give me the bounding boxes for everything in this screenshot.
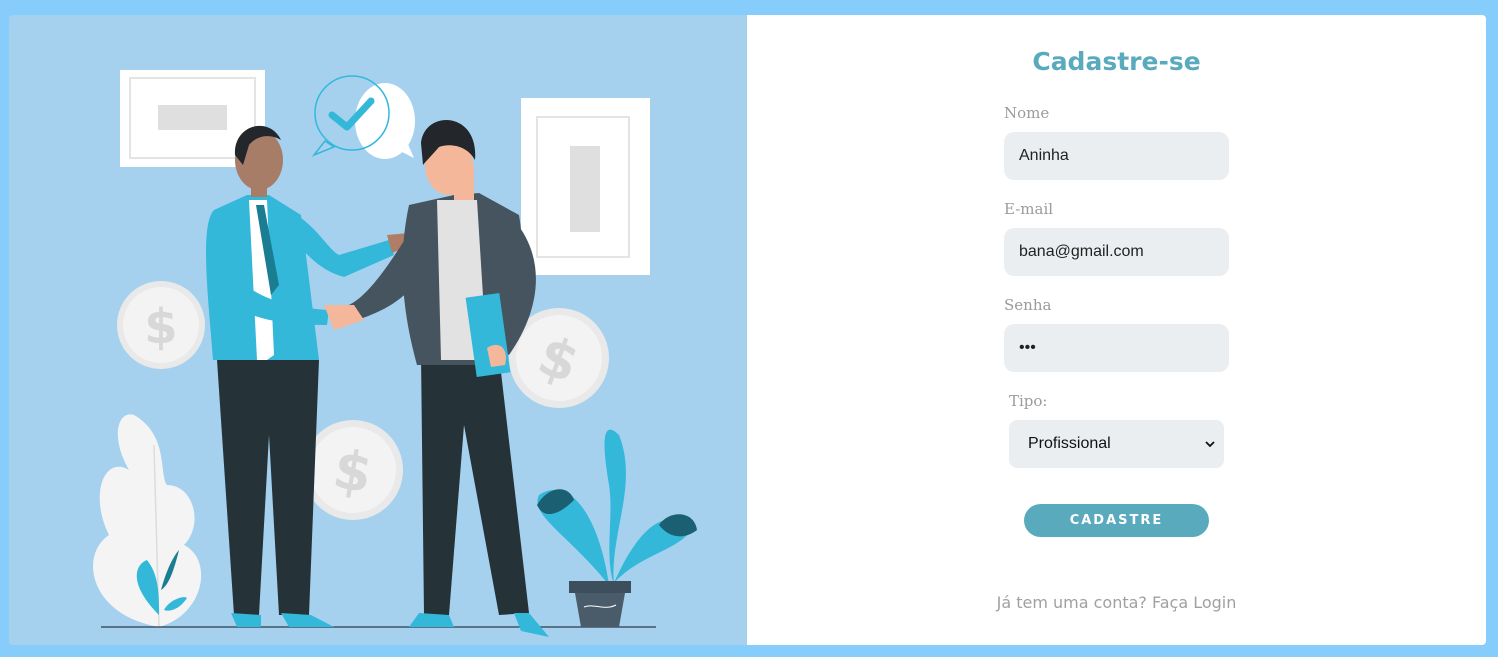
svg-text:$: $: [144, 299, 177, 355]
login-prompt-text: Já tem uma conta?: [996, 593, 1147, 612]
chevron-down-icon: [1205, 441, 1215, 448]
handshake-illustration-art: $ $ $: [93, 70, 697, 637]
type-label: Tipo:: [1009, 392, 1048, 410]
type-select-value: Profissional: [1028, 435, 1111, 452]
name-label: Nome: [1004, 104, 1050, 122]
name-field[interactable]: [1004, 132, 1229, 180]
signup-card: $ $ $ Cadastre-se Nome Aninha E-mail ban…: [9, 15, 1486, 645]
email-label: E-mail: [1004, 200, 1054, 218]
type-select[interactable]: Profissional: [1009, 420, 1224, 468]
signup-form-panel: Cadastre-se Nome E-mail Senha Tipo: Prof…: [747, 15, 1486, 645]
email-field[interactable]: [1004, 228, 1229, 276]
dollar-coin-icon: $: [303, 420, 403, 520]
page-title: Cadastre-se: [1032, 47, 1201, 76]
plant-left: [93, 414, 202, 628]
person-left: [206, 125, 411, 627]
potted-plant: [537, 429, 697, 627]
submit-button[interactable]: CADASTRE: [1024, 504, 1209, 537]
login-link[interactable]: Faça Login: [1152, 593, 1236, 612]
picture-frame-right: [521, 98, 650, 275]
dollar-coin-icon: $: [117, 281, 205, 369]
login-prompt: Já tem uma conta? Faça Login: [747, 593, 1486, 612]
handshake-illustration: $ $ $: [9, 15, 747, 645]
password-label: Senha: [1004, 296, 1052, 314]
password-field[interactable]: [1004, 324, 1229, 372]
check-bubble-icon: [311, 75, 415, 159]
